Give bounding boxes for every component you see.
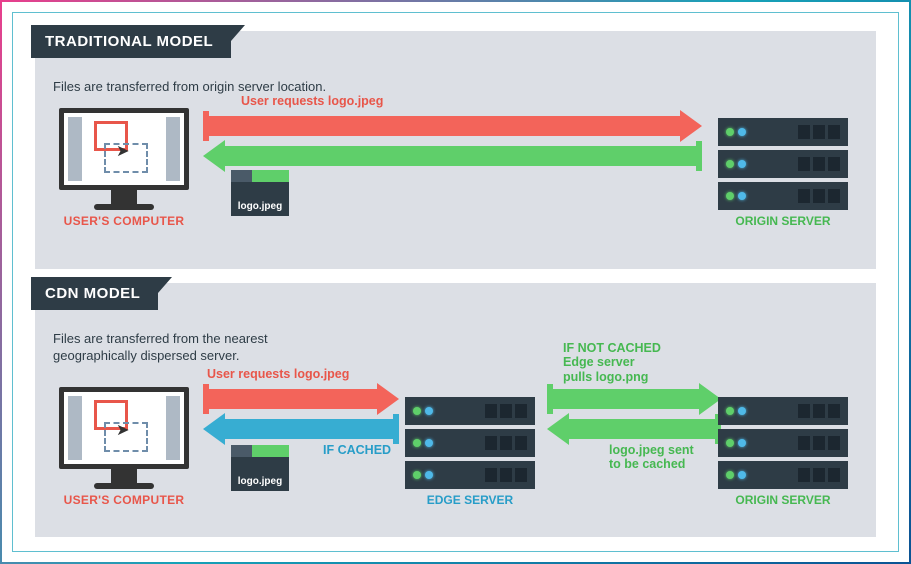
cdn-request-label: User requests logo.jpeg — [207, 367, 349, 381]
origin-server-label: ORIGIN SERVER — [718, 493, 848, 507]
origin-server: ORIGIN SERVER — [718, 118, 848, 228]
cdn-panel: CDN MODEL Files are transferred from the… — [35, 283, 876, 537]
file-icon: logo.jpeg — [231, 445, 289, 491]
server-rack-icon — [718, 397, 848, 425]
traditional-panel: TRADITIONAL MODEL Files are transferred … — [35, 31, 876, 269]
traditional-stage: User requests logo.jpeg logo.jpeg — [53, 102, 858, 252]
edge-server: EDGE SERVER — [405, 397, 535, 507]
request-label: User requests logo.jpeg — [241, 94, 383, 108]
user-computer: ➤ USER'S COMPUTER — [59, 108, 189, 228]
arrow-head-icon — [547, 413, 569, 445]
file-icon: logo.jpeg — [231, 170, 289, 216]
cdn-pull-arrow — [547, 389, 721, 409]
arrow-head-icon — [377, 383, 399, 415]
server-rack-icon — [405, 397, 535, 425]
arrow-bar — [225, 146, 696, 166]
origin-server: ORIGIN SERVER — [718, 397, 848, 507]
server-rack-icon — [718, 461, 848, 489]
cdn-cached-arrow — [203, 419, 399, 439]
arrow-head-icon — [680, 110, 702, 142]
origin-server-label: ORIGIN SERVER — [718, 214, 848, 228]
arrow-bar — [209, 116, 680, 136]
traditional-title: TRADITIONAL MODEL — [31, 25, 231, 58]
cdn-request-arrow — [203, 389, 399, 409]
edge-server-label: EDGE SERVER — [405, 493, 535, 507]
text: Edge server — [563, 355, 635, 369]
arrow-head-icon — [203, 413, 225, 445]
cdn-notcached-label: IF NOT CACHED Edge server pulls logo.png — [563, 341, 661, 384]
server-rack-icon — [718, 429, 848, 457]
text: logo.jpeg sent — [609, 443, 694, 457]
server-rack-icon — [405, 429, 535, 457]
text: to be cached — [609, 457, 685, 471]
monitor-icon: ➤ — [59, 387, 189, 469]
user-computer: ➤ USER'S COMPUTER — [59, 387, 189, 507]
cdn-title: CDN MODEL — [31, 277, 158, 310]
cdn-subtitle: Files are transferred from the nearest g… — [53, 331, 333, 365]
request-arrow — [203, 116, 702, 136]
response-arrow — [203, 146, 702, 166]
arrow-head-icon — [203, 140, 225, 172]
cursor-icon: ➤ — [116, 420, 129, 440]
cursor-icon: ➤ — [116, 141, 129, 161]
cdn-cache-return-arrow — [547, 419, 721, 439]
server-rack-icon — [718, 118, 848, 146]
server-rack-icon — [718, 150, 848, 178]
cdn-cache-return-label: logo.jpeg sent to be cached — [609, 443, 694, 472]
user-computer-label: USER'S COMPUTER — [59, 214, 189, 228]
server-rack-icon — [405, 461, 535, 489]
cdn-cached-label: IF CACHED — [323, 443, 391, 457]
monitor-icon: ➤ — [59, 108, 189, 190]
user-computer-label: USER'S COMPUTER — [59, 493, 189, 507]
text: pulls logo.png — [563, 370, 648, 384]
file-label: logo.jpeg — [231, 476, 289, 487]
text: IF NOT CACHED — [563, 341, 661, 355]
server-rack-icon — [718, 182, 848, 210]
file-label: logo.jpeg — [231, 201, 289, 212]
arrow-tail — [696, 141, 702, 171]
diagram-container: TRADITIONAL MODEL Files are transferred … — [12, 12, 899, 552]
cdn-stage: User requests logo.jpeg IF CACHED IF NOT… — [53, 371, 858, 531]
